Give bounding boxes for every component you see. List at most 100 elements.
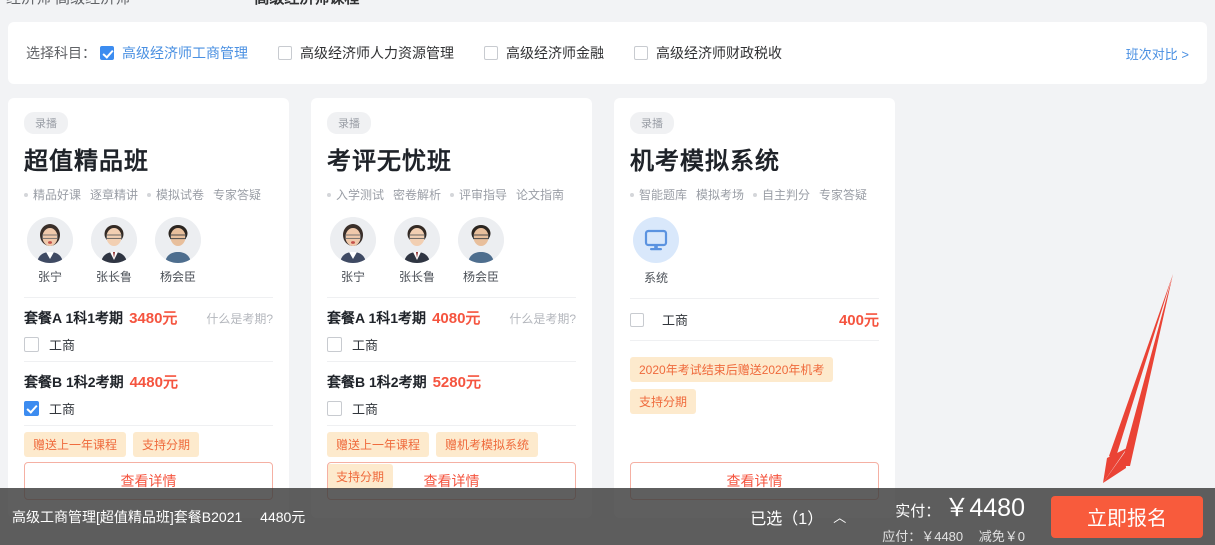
avatar [330,217,376,263]
course-title: 机考模拟系统 [630,148,780,175]
actual-pay-amount: ￥4480 [944,494,1025,522]
bullet-dot-icon [450,192,455,197]
selected-course-summary: 高级工商管理[超值精品班]套餐B2021 4480元 [12,507,305,527]
package-b: 套餐B 1科2考期 4480元 工商 [24,361,273,425]
package-option-label: 工商 [352,402,379,417]
top-nav-right-text: 高级经济师课程 [254,0,359,7]
package-option-row[interactable]: 工商 [24,335,273,354]
package-option-label: 工商 [352,338,379,353]
checkbox-icon[interactable] [634,46,648,60]
course-features: 智能题库 模拟考场 自主判分 专家答疑 [630,186,879,203]
course-features: 精品好课 逐章精讲 模拟试卷 专家答疑 [24,186,273,203]
enroll-now-button[interactable]: 立即报名 [1051,495,1203,538]
promo-tag: 支持分期 [630,389,697,414]
instructor-list: 张宁 张长鲁 杨会臣 [327,217,576,285]
instructor-list: 张宁 张长鲁 杨会臣 [24,217,273,285]
feature-label: 自主判分 [762,188,811,202]
checkbox-icon[interactable] [24,401,39,416]
checkbox-icon[interactable] [278,46,292,60]
bottom-checkout-bar: 高级工商管理[超值精品班]套餐B2021 4480元 已选（1） ︿ 实付： ￥… [0,488,1215,545]
subject-checkbox-gongshang[interactable]: 高级经济师工商管理 [100,43,248,63]
checkbox-icon[interactable] [100,46,114,60]
single-option-label: 工商 [662,313,689,328]
feature-label: 密卷解析 [393,188,442,202]
selected-count-toggle[interactable]: 已选（1） ︿ [750,505,846,529]
instructor-name: 张宁 [37,270,62,284]
promo-tag: 赠机考模拟系统 [436,432,539,457]
bullet-dot-icon [630,192,634,197]
instructor-name: 杨会臣 [159,270,196,284]
feature-label: 入学测试 [336,188,385,202]
recording-badge: 录播 [327,112,371,134]
subject-label: 选择科目： [26,45,96,61]
subject-name: 高级经济师工商管理 [122,45,248,61]
feature-label: 精品好课 [33,188,82,202]
top-nav-strip: 经济师 高级经济师 高级经济师课程 [0,0,1215,10]
feature-label: 模拟试卷 [156,188,205,202]
bullet-dot-icon [147,192,152,197]
package-a: 套餐A 1科1考期 4080元 什么是考期? 工商 [327,297,576,361]
package-name: 套餐B 1科2考期 [24,374,124,390]
package-option-row[interactable]: 工商 [24,399,273,418]
bullet-dot-icon [24,192,28,197]
actual-pay-label: 实付： [895,503,941,520]
instructor[interactable]: 杨会臣 [455,217,507,285]
package-name: 套餐A 1科1考期 [24,310,124,326]
package-name: 套餐A 1科1考期 [327,310,427,326]
subject-selection-bar: 选择科目： 高级经济师工商管理 高级经济师人力资源管理 高级经济师金融 高级经济… [8,22,1207,84]
promo-tag: 赠送上一年课程 [24,432,127,457]
subject-name: 高级经济师人力资源管理 [300,45,454,61]
exam-period-help-link[interactable]: 什么是考期? [509,310,576,327]
subject-checkbox-renli[interactable]: 高级经济师人力资源管理 [278,43,454,63]
feature-label: 智能题库 [639,188,688,202]
checkbox-icon[interactable] [484,46,498,60]
avatar [394,217,440,263]
checkbox-icon[interactable] [24,337,39,352]
package-a: 套餐A 1科1考期 3480元 什么是考期? 工商 [24,297,273,361]
single-price: 400元 [838,312,879,329]
promo-tags: 2020年考试结束后赠送2020年机考 支持分期 [630,351,879,414]
subject-checkbox-jinrong[interactable]: 高级经济师金融 [484,43,604,63]
avatar [155,217,201,263]
package-name: 套餐B 1科2考期 [327,374,427,390]
feature-label: 逐章精讲 [90,188,139,202]
checkbox-icon[interactable] [630,312,644,327]
top-nav-left-text: 经济师 高级经济师 [6,0,130,7]
monitor-icon [633,217,679,263]
package-option-row[interactable]: 工商 [327,335,576,354]
package-price: 4080元 [432,310,481,327]
checkbox-icon[interactable] [327,337,342,352]
instructor[interactable]: 张长鲁 [391,217,443,285]
instructor-name: 张长鲁 [95,270,132,284]
checkbox-icon[interactable] [327,401,342,416]
course-card-kaoping[interactable]: 录播 考评无忧班 入学测试 密卷解析 评审指导 论文指南 张宁 张长鲁 杨会臣 … [311,98,592,518]
due-amount-label: 应付：￥4480 [882,529,964,544]
subject-checkbox-caizheng[interactable]: 高级经济师财政税收 [634,43,782,63]
feature-label: 评审指导 [459,188,508,202]
course-card-jikao[interactable]: 录播 机考模拟系统 智能题库 模拟考场 自主判分 专家答疑 系统 工商 400元… [614,98,895,518]
course-title: 超值精品班 [24,148,149,175]
instructor[interactable]: 杨会臣 [152,217,204,285]
course-card-chaozhi[interactable]: 录播 超值精品班 精品好课 逐章精讲 模拟试卷 专家答疑 张宁 张长鲁 杨会臣 … [8,98,289,518]
feature-label: 论文指南 [516,188,565,202]
exam-period-help-link[interactable]: 什么是考期? [206,310,273,327]
package-option-label: 工商 [49,402,76,417]
class-comparison-link[interactable]: 班次对比 > [1126,44,1189,63]
instructor[interactable]: 张长鲁 [88,217,140,285]
course-features: 入学测试 密卷解析 评审指导 论文指南 [327,186,576,203]
package-option-label: 工商 [49,338,76,353]
instructor-name: 张长鲁 [398,270,435,284]
selected-course-price: 4480元 [260,508,306,525]
single-product-row[interactable]: 工商 400元 [630,298,879,341]
selected-count-label: 已选（1） [750,510,824,528]
package-option-row[interactable]: 工商 [327,399,576,418]
package-price: 5280元 [432,374,481,391]
promo-tag: 赠送上一年课程 [327,432,430,457]
selected-course-name: 高级工商管理[超值精品班]套餐B2021 [12,508,243,525]
promo-tags: 赠送上一年课程 支持分期 [24,425,273,457]
promo-tag: 支持分期 [133,432,200,457]
price-summary: 实付： ￥4480 应付：￥4480 减免￥0 [882,488,1025,545]
instructor[interactable]: 张宁 [24,217,76,285]
package-price: 4480元 [129,374,178,391]
instructor[interactable]: 张宁 [327,217,379,285]
